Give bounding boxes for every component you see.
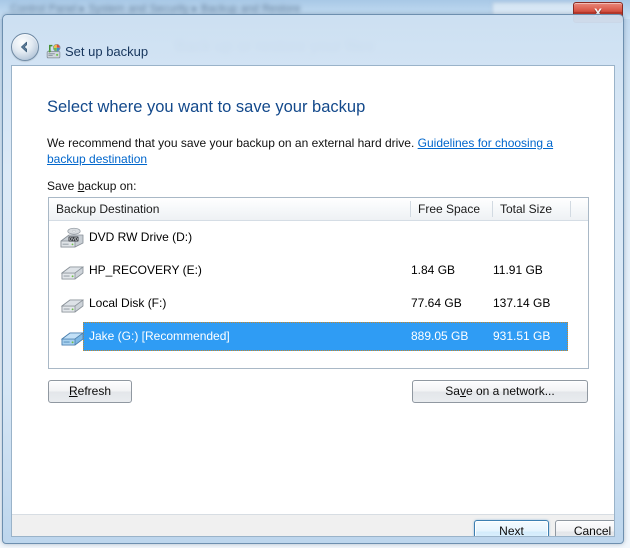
- drive-name: HP_RECOVERY (E:): [89, 263, 202, 277]
- column-header-total-size[interactable]: Total Size: [493, 198, 571, 220]
- back-button[interactable]: [11, 33, 39, 61]
- intro-text: We recommend that you save your backup o…: [47, 135, 593, 167]
- table-header-row: Backup Destination Free Space Total Size: [49, 198, 588, 221]
- table-row[interactable]: Local Disk (F:) 77.64 GB 137.14 GB: [49, 287, 588, 320]
- drive-name: DVD RW Drive (D:): [89, 230, 193, 244]
- drive-total-size: 137.14 GB: [493, 296, 551, 310]
- page-title: Select where you want to save your backu…: [47, 98, 366, 116]
- table-body: DVD DVD RW Drive (D:) HP_RECOVERY (E:) 1…: [49, 221, 588, 369]
- content-panel: Select where you want to save your backu…: [11, 65, 615, 537]
- drive-name: Local Disk (F:): [89, 296, 167, 310]
- dvd-drive-icon: DVD: [60, 227, 84, 248]
- drive-total-size: 931.51 GB: [493, 329, 551, 343]
- table-row[interactable]: HP_RECOVERY (E:) 1.84 GB 11.91 GB: [49, 254, 588, 287]
- next-button[interactable]: Next: [474, 520, 549, 537]
- column-header-free-space[interactable]: Free Space: [411, 198, 493, 220]
- intro-prefix: We recommend that you save your backup o…: [47, 136, 418, 150]
- refresh-button[interactable]: Refresh: [48, 380, 132, 403]
- back-arrow-icon: [21, 41, 27, 53]
- svg-text:DVD: DVD: [69, 237, 78, 242]
- save-label-suffix: ackup on:: [84, 179, 137, 193]
- refresh-accel: R: [68, 384, 78, 398]
- save-backup-on-label: Save backup on:: [47, 179, 136, 193]
- save-label-prefix: Save: [47, 179, 78, 193]
- table-row[interactable]: DVD DVD RW Drive (D:): [49, 221, 588, 254]
- next-accel: N: [499, 524, 508, 537]
- column-header-spacer[interactable]: [571, 198, 588, 220]
- network-label-pre: Sa: [445, 384, 460, 398]
- setup-backup-dialog: Set up backup Select where you want to s…: [2, 14, 624, 544]
- drive-total-size: 11.91 GB: [493, 263, 543, 277]
- table-row-selected[interactable]: Jake (G:) [Recommended] 889.05 GB 931.51…: [49, 320, 588, 353]
- dialog-titlebar: Set up backup: [3, 15, 623, 65]
- backup-destination-table[interactable]: Backup Destination Free Space Total Size: [48, 197, 589, 369]
- network-label-rest: e on a network...: [465, 384, 555, 398]
- drive-total-size: [493, 221, 571, 254]
- drive-free-space: 77.64 GB: [411, 296, 462, 310]
- refresh-label: efresh: [77, 384, 112, 398]
- drive-free-space: [411, 221, 489, 254]
- cancel-button[interactable]: Cancel: [555, 520, 614, 536]
- save-on-network-button[interactable]: Save on a network...: [412, 380, 588, 403]
- column-header-destination[interactable]: Backup Destination: [49, 198, 411, 220]
- backup-icon: [46, 44, 61, 59]
- hard-drive-icon: [60, 266, 85, 280]
- external-drive-icon: [60, 332, 85, 346]
- dialog-title: Set up backup: [65, 44, 149, 59]
- drive-free-space: 1.84 GB: [411, 263, 456, 277]
- drive-name: Jake (G:) [Recommended]: [89, 329, 230, 343]
- hard-drive-icon: [60, 299, 85, 313]
- drive-free-space: 889.05 GB: [411, 329, 469, 343]
- next-label: ext: [507, 524, 524, 537]
